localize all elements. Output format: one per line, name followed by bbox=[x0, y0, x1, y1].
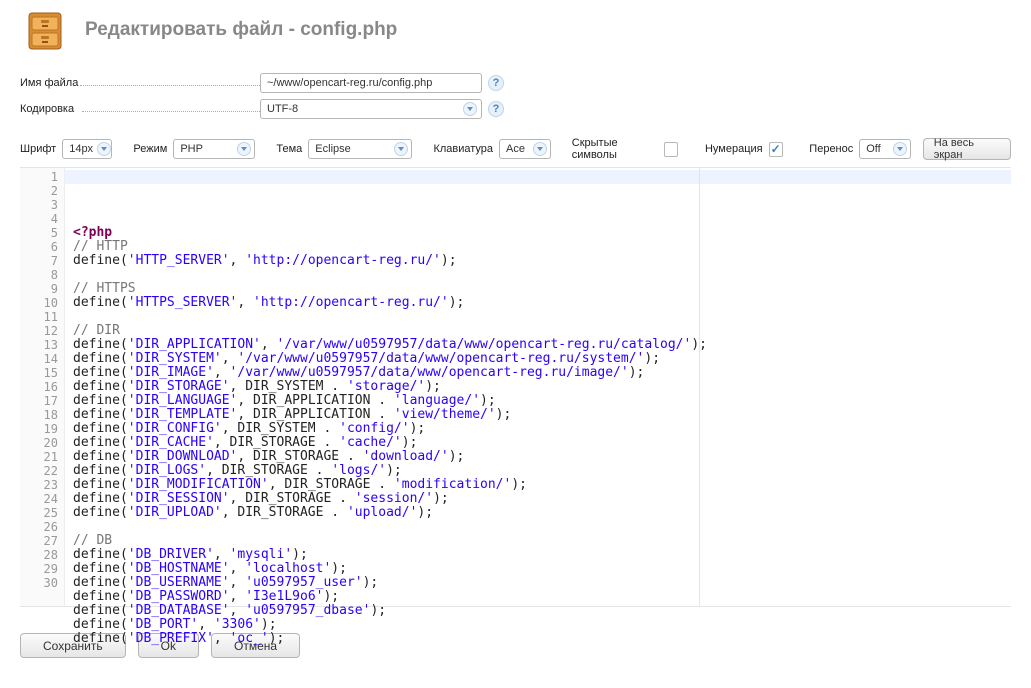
line-number: 22 bbox=[20, 464, 58, 478]
line-number: 9 bbox=[20, 282, 58, 296]
line-number: 4 bbox=[20, 212, 58, 226]
line-number: 26 bbox=[20, 520, 58, 534]
mode-label: Режим bbox=[133, 143, 167, 155]
line-number: 19 bbox=[20, 422, 58, 436]
line-number: 10 bbox=[20, 296, 58, 310]
line-number: 28 bbox=[20, 548, 58, 562]
code-line[interactable]: define('DB_PASSWORD', 'I3e1L9o6'); bbox=[73, 590, 1011, 604]
code-line[interactable]: define('DB_HOSTNAME', 'localhost'); bbox=[73, 562, 1011, 576]
line-number: 8 bbox=[20, 268, 58, 282]
line-number: 23 bbox=[20, 478, 58, 492]
code-line[interactable]: define('DB_USERNAME', 'u0597957_user'); bbox=[73, 576, 1011, 590]
line-number: 14 bbox=[20, 352, 58, 366]
line-number: 12 bbox=[20, 324, 58, 338]
hidden-chars-label: Скрытые символы bbox=[572, 137, 659, 161]
keyboard-label: Клавиатура bbox=[433, 143, 493, 155]
filename-input[interactable]: ~/www/opencart-reg.ru/config.php bbox=[260, 73, 482, 93]
code-line[interactable]: define('DIR_LOGS', DIR_STORAGE . 'logs/'… bbox=[73, 464, 1011, 478]
filename-value: ~/www/opencart-reg.ru/config.php bbox=[267, 77, 432, 89]
chevron-down-icon bbox=[893, 142, 907, 156]
code-line[interactable]: define('HTTP_SERVER', 'http://opencart-r… bbox=[73, 254, 1011, 268]
numbering-label: Нумерация bbox=[705, 143, 763, 155]
chevron-down-icon bbox=[533, 142, 547, 156]
theme-label: Тема bbox=[276, 143, 302, 155]
wrap-label: Перенос bbox=[809, 143, 853, 155]
chevron-down-icon bbox=[97, 142, 111, 156]
active-line-highlight bbox=[65, 170, 1011, 184]
code-line[interactable]: define('DB_PORT', '3306'); bbox=[73, 618, 1011, 632]
code-line[interactable]: define('DIR_STORAGE', DIR_SYSTEM . 'stor… bbox=[73, 380, 1011, 394]
numbering-checkbox[interactable] bbox=[769, 142, 783, 157]
code-line[interactable]: define('DB_DATABASE', 'u0597957_dbase'); bbox=[73, 604, 1011, 618]
code-line[interactable]: define('DIR_CONFIG', DIR_SYSTEM . 'confi… bbox=[73, 422, 1011, 436]
help-icon[interactable]: ? bbox=[488, 75, 504, 91]
code-line[interactable]: define('DB_DRIVER', 'mysqli'); bbox=[73, 548, 1011, 562]
code-line[interactable]: define('DIR_MODIFICATION', DIR_STORAGE .… bbox=[73, 478, 1011, 492]
code-line[interactable]: // HTTPS bbox=[73, 282, 1011, 296]
code-line[interactable]: // DIR bbox=[73, 324, 1011, 338]
code-line[interactable]: define('HTTPS_SERVER', 'http://opencart-… bbox=[73, 296, 1011, 310]
line-number: 29 bbox=[20, 562, 58, 576]
code-line[interactable]: <?php bbox=[73, 226, 1011, 240]
editor-toolbar: Шрифт 14px Режим PHP Тема Eclipse Клавиа… bbox=[20, 137, 1011, 161]
help-icon[interactable]: ? bbox=[488, 101, 504, 117]
line-number: 27 bbox=[20, 534, 58, 548]
code-line[interactable]: // HTTP bbox=[73, 240, 1011, 254]
line-number: 7 bbox=[20, 254, 58, 268]
line-gutter: 1234567891011121314151617181920212223242… bbox=[20, 168, 65, 606]
filing-cabinet-icon bbox=[20, 5, 70, 55]
line-number: 15 bbox=[20, 366, 58, 380]
theme-select[interactable]: Eclipse bbox=[308, 139, 412, 159]
line-number: 6 bbox=[20, 240, 58, 254]
chevron-down-icon bbox=[463, 102, 477, 116]
code-line[interactable] bbox=[73, 310, 1011, 324]
code-line[interactable]: define('DIR_UPLOAD', DIR_STORAGE . 'uplo… bbox=[73, 506, 1011, 520]
line-number: 20 bbox=[20, 436, 58, 450]
code-line[interactable]: define('DIR_CACHE', DIR_STORAGE . 'cache… bbox=[73, 436, 1011, 450]
code-line[interactable]: define('DIR_IMAGE', '/var/www/u0597957/d… bbox=[73, 366, 1011, 380]
line-number: 30 bbox=[20, 576, 58, 590]
line-number: 21 bbox=[20, 450, 58, 464]
chevron-down-icon bbox=[237, 142, 251, 156]
line-number: 11 bbox=[20, 310, 58, 324]
code-line[interactable]: define('DIR_TEMPLATE', DIR_APPLICATION .… bbox=[73, 408, 1011, 422]
code-line[interactable] bbox=[73, 268, 1011, 282]
encoding-value: UTF-8 bbox=[267, 103, 298, 115]
code-line[interactable]: define('DIR_LANGUAGE', DIR_APPLICATION .… bbox=[73, 394, 1011, 408]
code-line[interactable]: define('DIR_SYSTEM', '/var/www/u0597957/… bbox=[73, 352, 1011, 366]
keyboard-select[interactable]: Ace bbox=[499, 139, 551, 159]
line-number: 13 bbox=[20, 338, 58, 352]
code-line[interactable]: define('DIR_SESSION', DIR_STORAGE . 'ses… bbox=[73, 492, 1011, 506]
code-editor[interactable]: 1234567891011121314151617181920212223242… bbox=[20, 167, 1011, 607]
code-area[interactable]: <?php// HTTPdefine('HTTP_SERVER', 'http:… bbox=[65, 168, 1011, 606]
font-label: Шрифт bbox=[20, 143, 56, 155]
font-select[interactable]: 14px bbox=[62, 139, 112, 159]
line-number: 2 bbox=[20, 184, 58, 198]
line-number: 25 bbox=[20, 506, 58, 520]
line-number: 18 bbox=[20, 408, 58, 422]
line-number: 24 bbox=[20, 492, 58, 506]
encoding-select[interactable]: UTF-8 bbox=[260, 99, 482, 119]
line-number: 1 bbox=[20, 170, 58, 184]
line-number: 5 bbox=[20, 226, 58, 240]
code-line[interactable]: define('DB_PREFIX', 'oc_'); bbox=[73, 632, 1011, 646]
code-line[interactable]: define('DIR_DOWNLOAD', DIR_STORAGE . 'do… bbox=[73, 450, 1011, 464]
page-header: Редактировать файл - config.php bbox=[20, 5, 1011, 55]
code-line[interactable]: define('DIR_APPLICATION', '/var/www/u059… bbox=[73, 338, 1011, 352]
code-line[interactable] bbox=[73, 520, 1011, 534]
code-line[interactable]: // DB bbox=[73, 534, 1011, 548]
line-number: 17 bbox=[20, 394, 58, 408]
filename-label: Имя файла bbox=[20, 77, 260, 89]
encoding-label: Кодировка bbox=[20, 103, 260, 115]
fullscreen-button[interactable]: На весь экран bbox=[923, 138, 1011, 160]
line-number: 16 bbox=[20, 380, 58, 394]
line-number: 3 bbox=[20, 198, 58, 212]
mode-select[interactable]: PHP bbox=[173, 139, 255, 159]
chevron-down-icon bbox=[394, 142, 408, 156]
wrap-select[interactable]: Off bbox=[859, 139, 911, 159]
hidden-chars-checkbox[interactable] bbox=[664, 142, 678, 157]
page-title: Редактировать файл - config.php bbox=[85, 19, 397, 41]
